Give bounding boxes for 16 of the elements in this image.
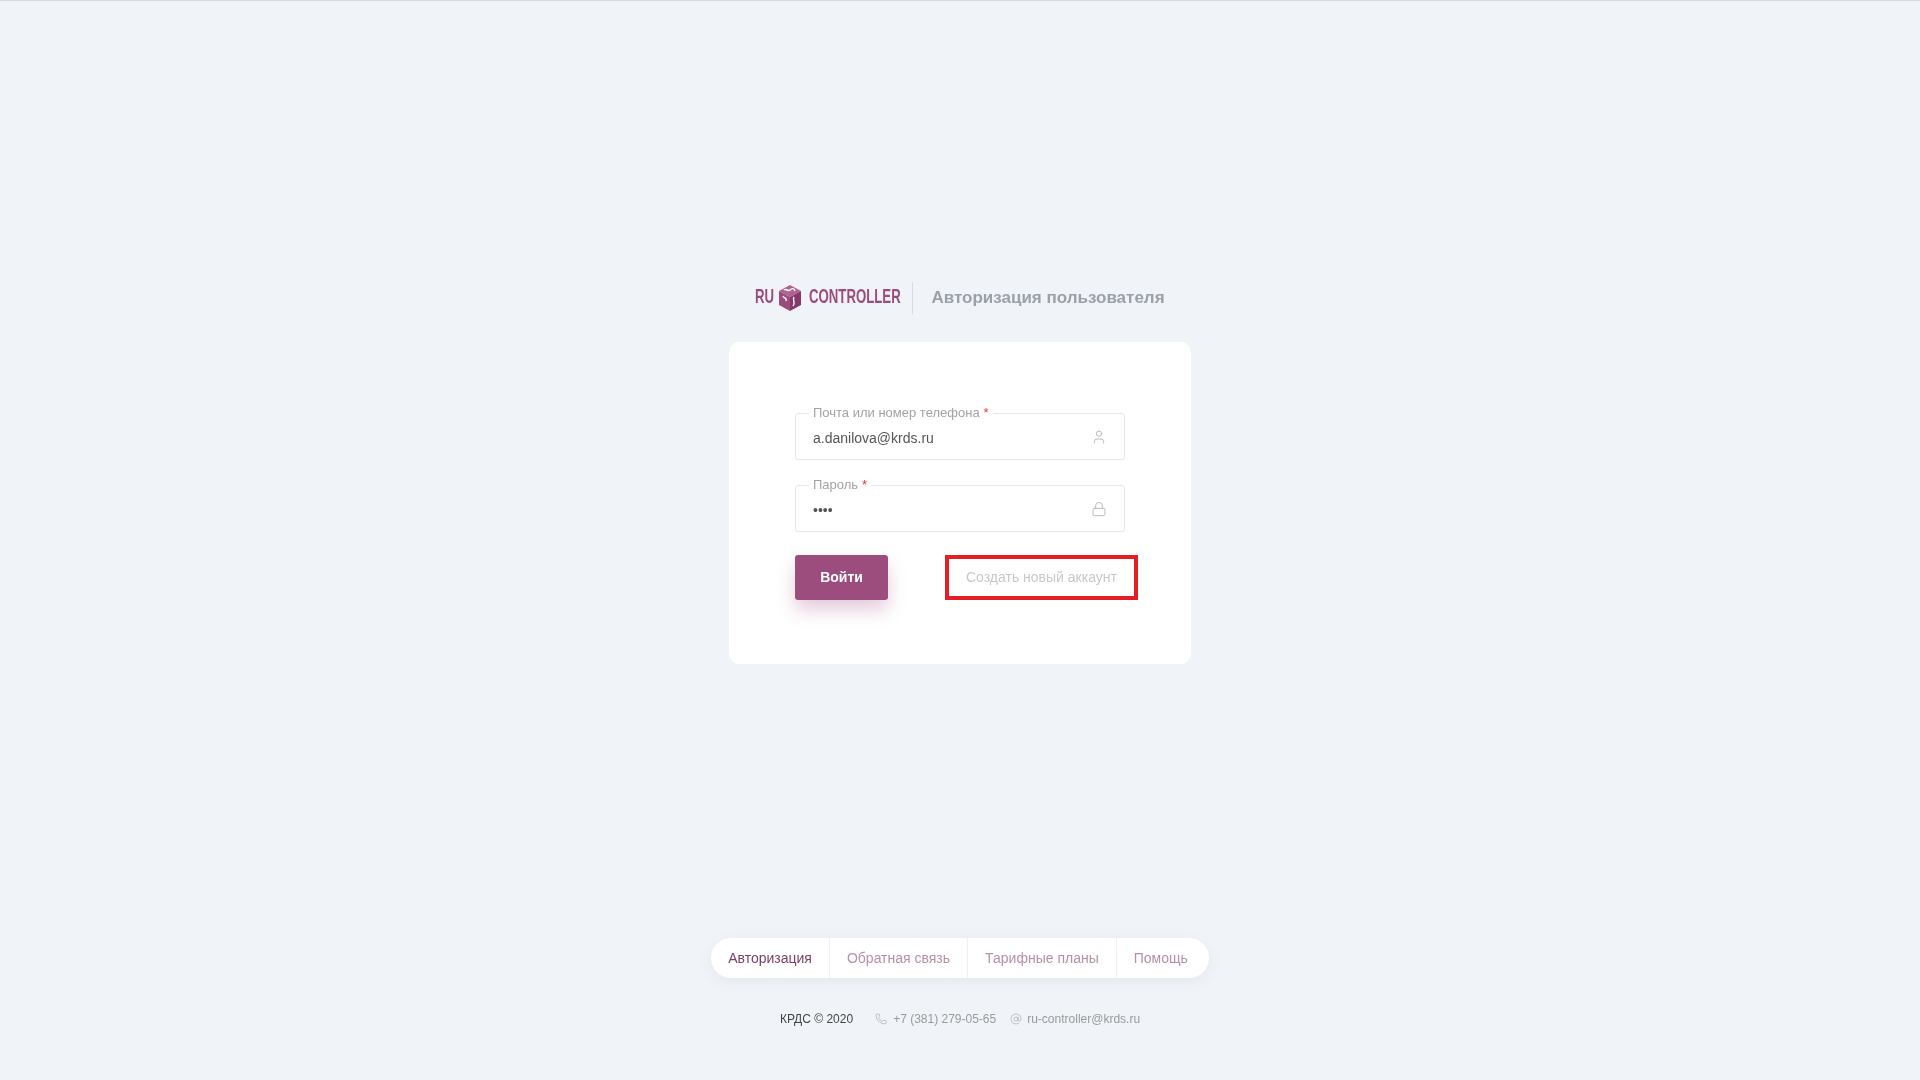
copyright-text: КРДС © 2020 (779, 1011, 854, 1028)
logo-text: RU (755, 285, 775, 306)
footer-nav-tab[interactable]: Помощь (1115, 938, 1209, 978)
phone-number: +7 (381) 279-05-65 (893, 1011, 997, 1028)
user-icon (1091, 429, 1107, 445)
page-title: Авторизация пользователя (931, 286, 1165, 309)
login-button[interactable]: Войти (795, 555, 888, 600)
footer-nav-tab[interactable]: Авторизация (711, 938, 829, 978)
footer-nav-tab[interactable]: Обратная связь (828, 938, 968, 978)
email-icon (1010, 1013, 1023, 1025)
padlock-icon (1091, 501, 1107, 517)
footer-nav-tab[interactable]: Тарифные планы (967, 938, 1116, 978)
phone-icon (875, 1013, 888, 1025)
email-address: ru-controller@krds.ru (1027, 1011, 1141, 1028)
cube-logo-icon (778, 284, 803, 311)
logo-text: CONTROLLER (809, 285, 902, 306)
